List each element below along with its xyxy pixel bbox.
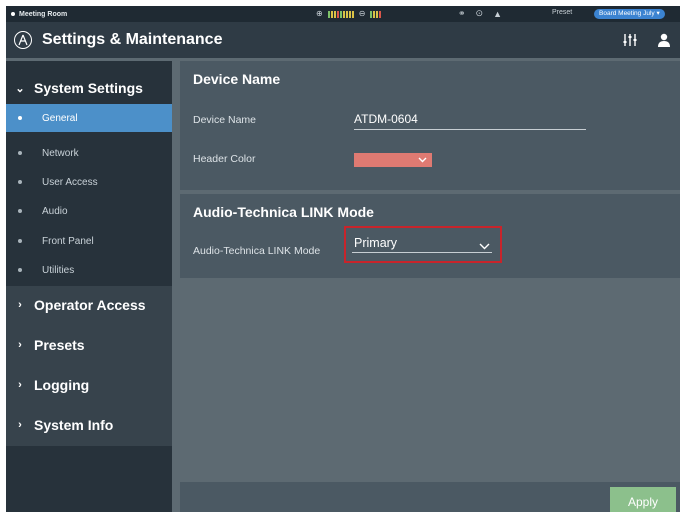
panel-title: Audio-Technica LINK Mode bbox=[193, 204, 374, 220]
status-icons: ⚭ ⊙ ▲ bbox=[458, 8, 502, 19]
device-name-label: Device Name bbox=[193, 114, 257, 126]
connection-status-icon bbox=[11, 12, 15, 16]
audio-technica-logo-icon bbox=[14, 31, 32, 49]
bullet-icon bbox=[18, 209, 22, 213]
sidebar-item-utilities[interactable]: Utilities bbox=[6, 256, 172, 284]
device-name-input[interactable]: ATDM-0604 bbox=[354, 112, 418, 126]
sidebar-item-label: Audio bbox=[42, 205, 68, 217]
page-title: Settings & Maintenance bbox=[42, 31, 223, 48]
apply-button[interactable]: Apply bbox=[610, 487, 676, 512]
chevron-down-icon bbox=[479, 237, 490, 255]
main-content: Device Name Device Name ATDM-0604 Header… bbox=[180, 61, 680, 512]
chevron-down-icon: ⌄ bbox=[15, 82, 25, 95]
sidebar-group-logging[interactable]: › Logging bbox=[6, 367, 172, 403]
bullet-icon bbox=[18, 180, 22, 184]
sidebar-item-label: General bbox=[42, 112, 78, 124]
sidebar-group-operator-access[interactable]: › Operator Access bbox=[6, 287, 172, 323]
mixer-sliders-icon[interactable] bbox=[622, 32, 638, 53]
preset-label: Preset bbox=[552, 9, 573, 16]
header-color-label: Header Color bbox=[193, 153, 256, 165]
status-bar: Meeting Room ⊕ ⊖ ⚭ ⊙ ▲ Preset Board Meet… bbox=[6, 6, 680, 22]
bullet-icon bbox=[18, 268, 22, 272]
sidebar-group-label: Operator Access bbox=[34, 297, 146, 313]
device-name-panel: Device Name Device Name ATDM-0604 Header… bbox=[180, 61, 680, 190]
app-window: Meeting Room ⊕ ⊖ ⚭ ⊙ ▲ Preset Board Meet… bbox=[6, 6, 680, 512]
sidebar-item-network[interactable]: Network bbox=[6, 139, 172, 167]
chevron-right-icon: › bbox=[18, 419, 22, 431]
sidebar-group-presets[interactable]: › Presets bbox=[6, 327, 172, 363]
chevron-right-icon: › bbox=[18, 299, 22, 311]
sidebar-group-label: System Info bbox=[34, 417, 114, 433]
link-icon: ⚭ bbox=[458, 8, 466, 18]
bullet-icon bbox=[18, 116, 22, 120]
sidebar-group-label: Presets bbox=[34, 337, 85, 353]
panel-title: Device Name bbox=[193, 71, 281, 87]
sidebar-item-front-panel[interactable]: Front Panel bbox=[6, 227, 172, 255]
sidebar-item-audio[interactable]: Audio bbox=[6, 197, 172, 225]
header-color-picker[interactable] bbox=[354, 153, 432, 167]
chevron-down-icon bbox=[418, 157, 427, 163]
room-name: Meeting Room bbox=[19, 10, 68, 18]
output-icon: ⊖ bbox=[358, 9, 366, 18]
connection-icon: ⊙ bbox=[475, 8, 484, 18]
preset-selector[interactable]: Board Meeting July ▾ bbox=[594, 9, 665, 19]
user-icon[interactable] bbox=[656, 32, 672, 53]
link-mode-value: Primary bbox=[354, 236, 398, 250]
footer-bar bbox=[180, 482, 680, 512]
input-meter bbox=[327, 10, 354, 18]
sidebar-group-label: System Settings bbox=[34, 80, 143, 96]
chevron-right-icon: › bbox=[18, 339, 22, 351]
level-meters: ⊕ ⊖ bbox=[316, 9, 382, 18]
link-mode-label: Audio-Technica LINK Mode bbox=[193, 245, 321, 257]
sidebar-item-label: Utilities bbox=[42, 264, 75, 276]
preset-value: Board Meeting July bbox=[599, 10, 655, 17]
device-name-underline bbox=[354, 129, 586, 130]
input-icon: ⊕ bbox=[316, 9, 323, 18]
sidebar-item-label: Front Panel bbox=[42, 235, 94, 247]
app-header: Settings & Maintenance bbox=[6, 22, 680, 58]
sidebar-group-label: Logging bbox=[34, 377, 90, 393]
sidebar-item-label: User Access bbox=[42, 176, 98, 188]
sidebar-item-label: Network bbox=[42, 147, 79, 159]
link-mode-field: Primary bbox=[352, 233, 492, 253]
sidebar-group-system-settings[interactable]: ⌄ System Settings bbox=[6, 70, 172, 106]
warning-icon: ▲ bbox=[493, 8, 503, 19]
sidebar-item-user-access[interactable]: User Access bbox=[6, 168, 172, 196]
link-mode-select[interactable]: Primary bbox=[344, 226, 502, 263]
sidebar-group-system-info[interactable]: › System Info bbox=[6, 407, 172, 443]
chevron-right-icon: › bbox=[18, 379, 22, 391]
sidebar-item-general[interactable]: General bbox=[6, 104, 172, 132]
bullet-icon bbox=[18, 151, 22, 155]
bullet-icon bbox=[18, 239, 22, 243]
output-meter bbox=[370, 10, 382, 18]
sidebar: ⌄ System Settings General Network User A… bbox=[6, 61, 172, 512]
link-mode-panel: Audio-Technica LINK Mode Audio-Technica … bbox=[180, 194, 680, 278]
